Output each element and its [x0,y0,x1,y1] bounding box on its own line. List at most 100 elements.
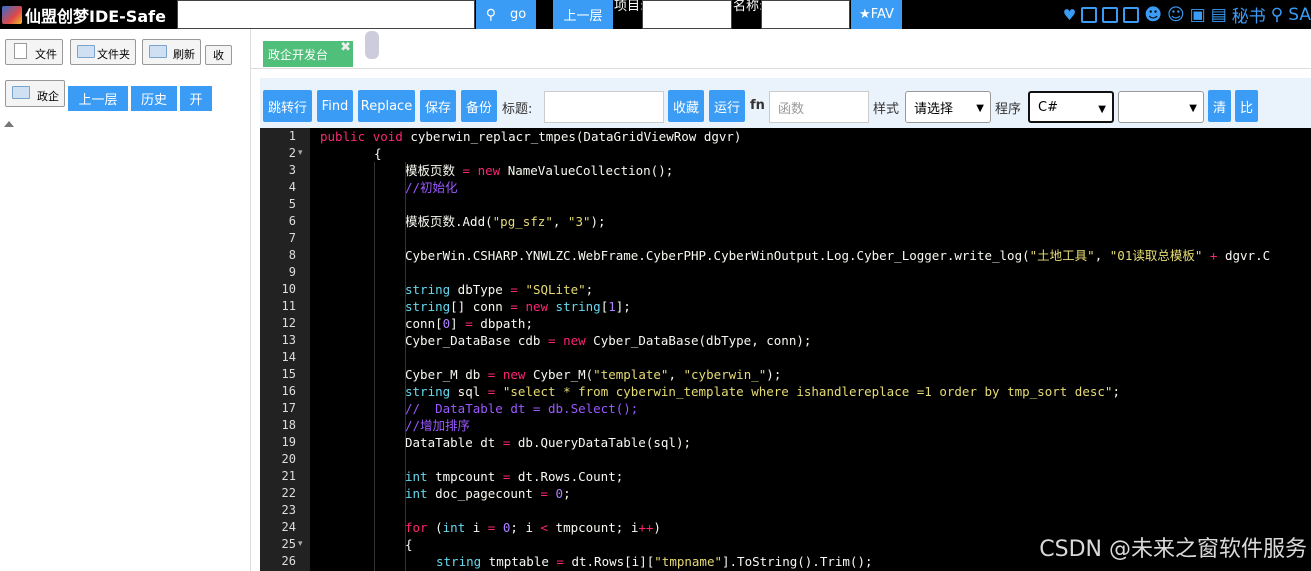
style-select[interactable]: 请选择 ▼ [905,91,991,123]
refresh-button[interactable]: 刷新 [142,39,201,65]
secondary-select[interactable]: ▼ [1118,91,1204,123]
collapse-button[interactable]: 收 [205,45,232,65]
fn-label: fn [750,98,765,113]
code-line[interactable]: int doc_pagecount = 0; [405,485,571,502]
user-alt-icon[interactable]: ☺ [1167,5,1185,25]
goto-line-button[interactable]: 跳转行 [263,90,312,122]
project-label: 项目: [614,0,645,14]
editor-toolbar: 跳转行 Find Replace 保存 备份 标题: 收藏 运行 fn 函数 样… [260,78,1311,128]
line-number: 5 [288,197,296,211]
line-number: 13 [281,333,296,347]
replace-button[interactable]: Replace [358,90,415,122]
go-button[interactable]: ⚲ go [476,0,536,29]
line-number: 11 [281,299,296,313]
name-label: 名称: [733,0,764,14]
tree-expand-icon[interactable] [4,121,14,127]
fold-toggle-icon[interactable]: ▾ [298,145,303,162]
code-line[interactable]: // DataTable dt = db.Select(); [405,400,638,417]
code-line[interactable]: string sql = "select * from cyberwin_tem… [405,383,1120,400]
top-icon-group: ♥ ☻ ☺ ▣ ▤ 秘书 ⚲ SA [1063,0,1311,29]
zhengqi-button[interactable]: 政企 [5,80,65,107]
folder-icon [77,45,95,58]
tab-bar: 政企开发台 ✖ [251,29,1311,69]
left-up-level-button[interactable]: 上一层 [68,86,128,111]
code-line[interactable]: for (int i = 0; i < tmpcount; i++) [405,519,661,536]
file-button[interactable]: 文件 [5,39,63,65]
code-line[interactable]: 模板页数.Add("pg_sfz", "3"); [405,213,606,230]
title-input[interactable] [544,91,664,123]
function-input[interactable]: 函数 [769,91,869,123]
app-logo-icon [2,5,22,24]
line-number: 10 [281,282,296,296]
code-line[interactable]: int tmpcount = dt.Rows.Count; [405,468,623,485]
code-line[interactable]: { [405,536,413,553]
line-number: 25 [281,537,296,551]
program-select[interactable]: C# ▼ [1028,91,1114,123]
name-input[interactable] [761,0,850,29]
style-label: 样式 [873,102,900,117]
line-number: 21 [281,469,296,483]
heart-icon[interactable]: ♥ [1063,6,1076,24]
app-brand: 仙盟创梦IDE-Safe [0,0,166,29]
line-number: 26 [281,554,296,568]
secretary-link[interactable]: 秘书 [1232,2,1266,27]
fold-toggle-icon[interactable]: ▾ [298,536,303,553]
code-line[interactable]: 模板页数 = new NameValueCollection(); [405,162,673,179]
line-number: 20 [281,452,296,466]
line-number: 7 [288,231,296,245]
favorite-button[interactable]: 收藏 [668,90,704,122]
code-line[interactable]: //初始化 [405,179,458,196]
code-editor[interactable]: 1 2 ▾ 3 4 5 6 7 8 9 10 11 12 13 14 15 16 17 18 19 20 21 22 23 24… [260,128,1311,571]
tab-scroll-handle[interactable] [365,31,379,59]
line-number: 24 [281,520,296,534]
watermark: CSDN @未来之窗软件服务 [1039,537,1307,562]
code-line[interactable]: Cyber_DataBase cdb = new Cyber_DataBase(… [405,332,811,349]
layout-left-icon[interactable] [1081,6,1098,23]
line-number: 14 [281,350,296,364]
code-line[interactable]: DataTable dt = db.QueryDataTable(sql); [405,434,691,451]
code-line[interactable]: string dbType = "SQLite"; [405,281,593,298]
line-number: 2 [288,146,296,160]
top-up-level-button[interactable]: 上一层 [553,0,613,29]
history-button[interactable]: 历史 [131,86,177,111]
project-input[interactable] [642,0,732,29]
tab-zhengqi-dev[interactable]: 政企开发台 ✖ [263,40,353,67]
briefcase-icon[interactable]: ▤ [1211,5,1227,25]
program-label: 程序 [995,102,1022,117]
path-input[interactable] [177,0,475,29]
close-icon[interactable]: ✖ [340,40,351,55]
app-title: 仙盟创梦IDE-Safe [25,6,166,26]
code-line[interactable]: { [374,145,382,162]
code-line[interactable]: conn[0] = dbpath; [405,315,533,332]
folder-icon[interactable]: ▣ [1190,5,1206,25]
user-icon[interactable]: ☻ [1144,5,1162,25]
layout-bottom-icon[interactable] [1102,6,1119,23]
chevron-down-icon: ▼ [976,103,984,114]
code-line[interactable]: Cyber_M db = new Cyber_M("template", "cy… [405,366,781,383]
code-line[interactable]: CyberWin.CSHARP.YNWLZC.WebFrame.CyberPHP… [405,247,1270,264]
open-button[interactable]: 开 [180,86,212,111]
line-number: 19 [281,435,296,449]
fav-button[interactable]: ★FAV [851,0,902,29]
compare-button[interactable]: 比 [1235,90,1258,122]
folder-button[interactable]: 文件夹 [70,39,136,65]
code-line[interactable]: string tmptable = dt.Rows[i]["tmpname"].… [436,553,873,570]
layout-right-icon[interactable] [1123,6,1140,23]
left-panel: 文件 文件夹 刷新 收 政企 上一层 历史 开 [0,29,251,571]
run-button[interactable]: 运行 [709,90,745,122]
line-number: 1 [288,129,296,143]
file-icon [14,43,27,59]
line-number: 18 [281,418,296,432]
backup-button[interactable]: 备份 [461,90,497,122]
clear-button[interactable]: 清 [1208,90,1231,122]
save-button[interactable]: 保存 [420,90,456,122]
sa-link[interactable]: SA [1288,5,1311,25]
find-button[interactable]: Find [317,90,353,122]
code-line[interactable]: public void cyberwin_replacr_tmpes(DataG… [320,128,741,145]
code-line[interactable]: string[] conn = new string[1]; [405,298,631,315]
search-icon[interactable]: ⚲ [1271,5,1283,25]
code-line[interactable]: //增加排序 [405,417,470,434]
folder-icon [12,86,30,99]
top-bar: 仙盟创梦IDE-Safe ⚲ go 上一层 项目: 名称: ★FAV ♥ ☻ ☺… [0,0,1311,29]
line-number: 16 [281,384,296,398]
